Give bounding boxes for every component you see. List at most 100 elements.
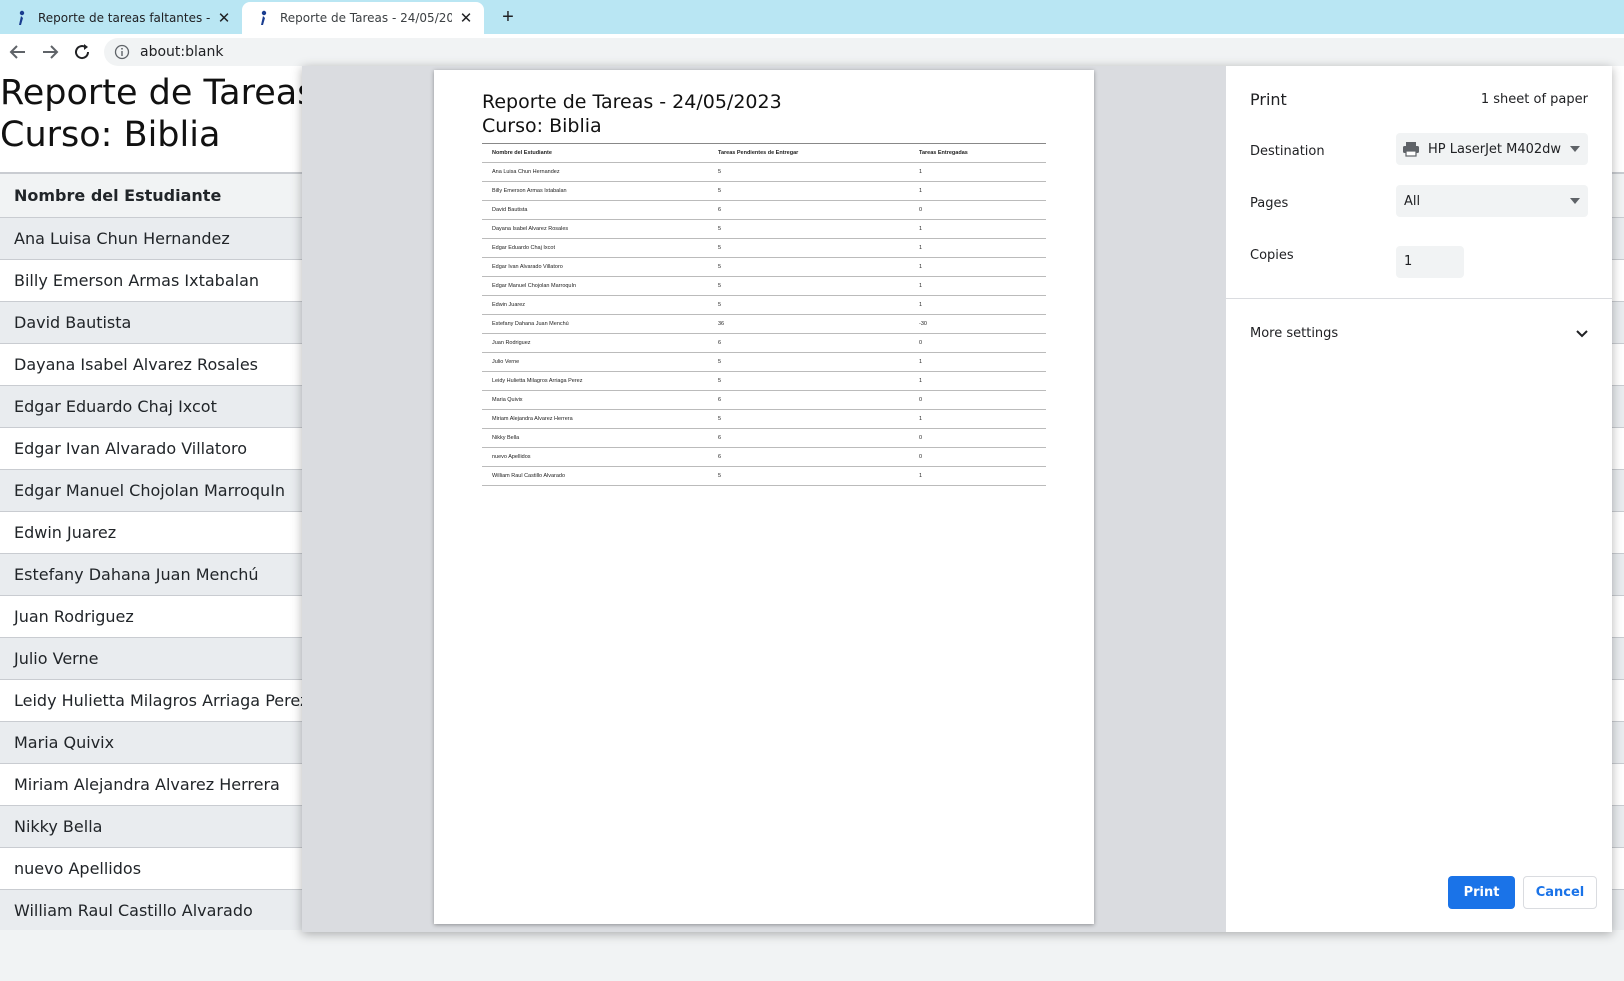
address-bar[interactable]: about:blank	[104, 38, 1624, 66]
preview-col-delivered: Tareas Entregadas	[919, 150, 968, 156]
preview-row: David Bautista 6 0	[482, 200, 1046, 220]
preview-cell-name: Edgar Eduardo Chaj Ixcot	[492, 245, 555, 251]
preview-cell-pending: 6	[718, 340, 722, 346]
preview-cell-name: Billy Emerson Armas Ixtabalan	[492, 188, 567, 194]
preview-cell-pending: 6	[718, 435, 722, 441]
destination-select[interactable]: HP LaserJet M402dw	[1396, 133, 1588, 165]
page-title-line1: Reporte de Tareas -	[0, 73, 340, 113]
preview-cell-delivered: 1	[919, 473, 923, 479]
preview-row: Juan Rodriguez 6 0	[482, 333, 1046, 353]
tab-title: Reporte de tareas faltantes - Colp	[38, 11, 210, 25]
preview-cell-name: Miriam Alejandra Alvarez Herrera	[492, 416, 573, 422]
preview-cell-pending: 5	[718, 245, 722, 251]
preview-cell-pending: 5	[718, 416, 722, 422]
copies-input[interactable]: 1	[1396, 246, 1464, 278]
destination-label: Destination	[1250, 144, 1325, 159]
preview-row: Julio Verne 5 1	[482, 352, 1046, 372]
preview-row: William Raul Castillo Alvarado 5 1	[482, 466, 1046, 486]
print-settings-panel: Print 1 sheet of paper Destination HP La…	[1226, 66, 1612, 932]
preview-title: Reporte de Tareas - 24/05/2023 Curso: Bi…	[482, 90, 782, 138]
favicon-icon	[19, 10, 25, 25]
preview-cell-pending: 5	[718, 188, 722, 194]
tab-reporte-faltantes[interactable]: Reporte de tareas faltantes - Colp ✕	[0, 2, 242, 34]
preview-row: Billy Emerson Armas Ixtabalan 5 1	[482, 181, 1046, 201]
print-dialog: Reporte de Tareas - 24/05/2023 Curso: Bi…	[302, 66, 1612, 932]
preview-page: Reporte de Tareas - 24/05/2023 Curso: Bi…	[434, 70, 1094, 924]
favicon-icon	[261, 10, 267, 25]
printer-icon	[1403, 142, 1419, 157]
back-arrow-icon[interactable]	[6, 40, 30, 64]
print-button[interactable]: Print	[1448, 876, 1515, 909]
print-header: Print	[1250, 90, 1287, 109]
preview-header-row: Nombre del Estudiante Tareas Pendientes …	[482, 143, 1046, 163]
preview-row: Miriam Alejandra Alvarez Herrera 5 1	[482, 409, 1046, 429]
preview-cell-pending: 5	[718, 283, 722, 289]
preview-cell-name: Maria Quivix	[492, 397, 523, 403]
bottom-area	[0, 930, 1624, 981]
preview-cell-name: Nikky Bella	[492, 435, 520, 441]
preview-row: nuevo Apellidos 6 0	[482, 447, 1046, 467]
preview-cell-name: Edgar Ivan Alvarado Villatoro	[492, 264, 563, 270]
preview-cell-pending: 5	[718, 473, 722, 479]
close-tab-icon[interactable]: ✕	[458, 10, 474, 26]
preview-cell-pending: 5	[718, 169, 722, 175]
preview-cell-pending: 6	[718, 207, 722, 213]
preview-cell-delivered: 1	[919, 188, 923, 194]
browser-toolbar: about:blank	[0, 34, 1624, 70]
settings-divider	[1226, 298, 1612, 299]
preview-cell-delivered: 1	[919, 264, 923, 270]
pages-select[interactable]: All	[1396, 185, 1588, 217]
preview-row: Nikky Bella 6 0	[482, 428, 1046, 448]
reload-icon[interactable]	[70, 40, 94, 64]
dropdown-arrow-icon	[1570, 146, 1580, 152]
tab-reporte-tareas[interactable]: Reporte de Tareas - 24/05/2023 - C ✕	[242, 2, 484, 34]
preview-cell-name: Edgar Manuel Chojolan MarroquIn	[492, 283, 577, 289]
preview-title-line2: Curso: Biblia	[482, 115, 602, 137]
preview-cell-name: Leidy Hulietta Milagros Arriaga Perez	[492, 378, 583, 384]
preview-cell-name: William Raul Castillo Alvarado	[492, 473, 566, 479]
preview-row: Dayana Isabel Alvarez Rosales 5 1	[482, 219, 1046, 239]
copies-label: Copies	[1250, 248, 1294, 263]
preview-cell-name: nuevo Apellidos	[492, 454, 531, 460]
preview-cell-pending: 5	[718, 226, 722, 232]
print-preview: Reporte de Tareas - 24/05/2023 Curso: Bi…	[302, 66, 1226, 932]
preview-cell-name: Dayana Isabel Alvarez Rosales	[492, 226, 569, 232]
preview-cell-name: Edwin Juarez	[492, 302, 526, 308]
preview-cell-delivered: 1	[919, 378, 923, 384]
chevron-down-icon	[1576, 329, 1588, 337]
preview-cell-name: Juan Rodriguez	[492, 340, 531, 346]
preview-row: Leidy Hulietta Milagros Arriaga Perez 5 1	[482, 371, 1046, 391]
preview-cell-delivered: 0	[919, 397, 923, 403]
cancel-button[interactable]: Cancel	[1523, 876, 1597, 909]
preview-row: Edgar Manuel Chojolan MarroquIn 5 1	[482, 276, 1046, 296]
destination-value: HP LaserJet M402dw	[1428, 141, 1562, 157]
preview-row: Edgar Eduardo Chaj Ixcot 5 1	[482, 238, 1046, 258]
preview-cell-pending: 5	[718, 302, 722, 308]
info-icon[interactable]	[114, 44, 130, 60]
preview-cell-delivered: 1	[919, 245, 923, 251]
preview-cell-delivered: 1	[919, 169, 923, 175]
preview-title-line1: Reporte de Tareas - 24/05/2023	[482, 91, 782, 113]
preview-row: Maria Quivix 6 0	[482, 390, 1046, 410]
close-tab-icon[interactable]: ✕	[216, 10, 232, 26]
forward-arrow-icon[interactable]	[38, 40, 62, 64]
preview-cell-name: Julio Verne	[492, 359, 520, 365]
preview-cell-name: David Bautista	[492, 207, 528, 213]
preview-row: Edwin Juarez 5 1	[482, 295, 1046, 315]
preview-row: Ana Luisa Chun Hernandez 5 1	[482, 162, 1046, 182]
preview-cell-pending: 36	[718, 321, 725, 327]
new-tab-icon[interactable]: +	[496, 5, 520, 29]
preview-row: Estefany Dahana Juan Menchú 36 -30	[482, 314, 1046, 334]
preview-cell-pending: 5	[718, 359, 722, 365]
preview-col-name: Nombre del Estudiante	[492, 150, 552, 156]
pages-value: All	[1404, 193, 1421, 209]
preview-table: Nombre del Estudiante Tareas Pendientes …	[482, 143, 1046, 486]
preview-cell-delivered: 1	[919, 226, 923, 232]
tab-strip: Reporte de tareas faltantes - Colp ✕ Rep…	[0, 0, 1624, 34]
url-text: about:blank	[140, 44, 224, 60]
preview-row: Edgar Ivan Alvarado Villatoro 5 1	[482, 257, 1046, 277]
preview-cell-name: Estefany Dahana Juan Menchú	[492, 321, 569, 327]
preview-col-pending: Tareas Pendientes de Entregar	[718, 150, 799, 156]
more-settings-toggle[interactable]: More settings	[1250, 326, 1588, 341]
preview-cell-pending: 6	[718, 397, 722, 403]
